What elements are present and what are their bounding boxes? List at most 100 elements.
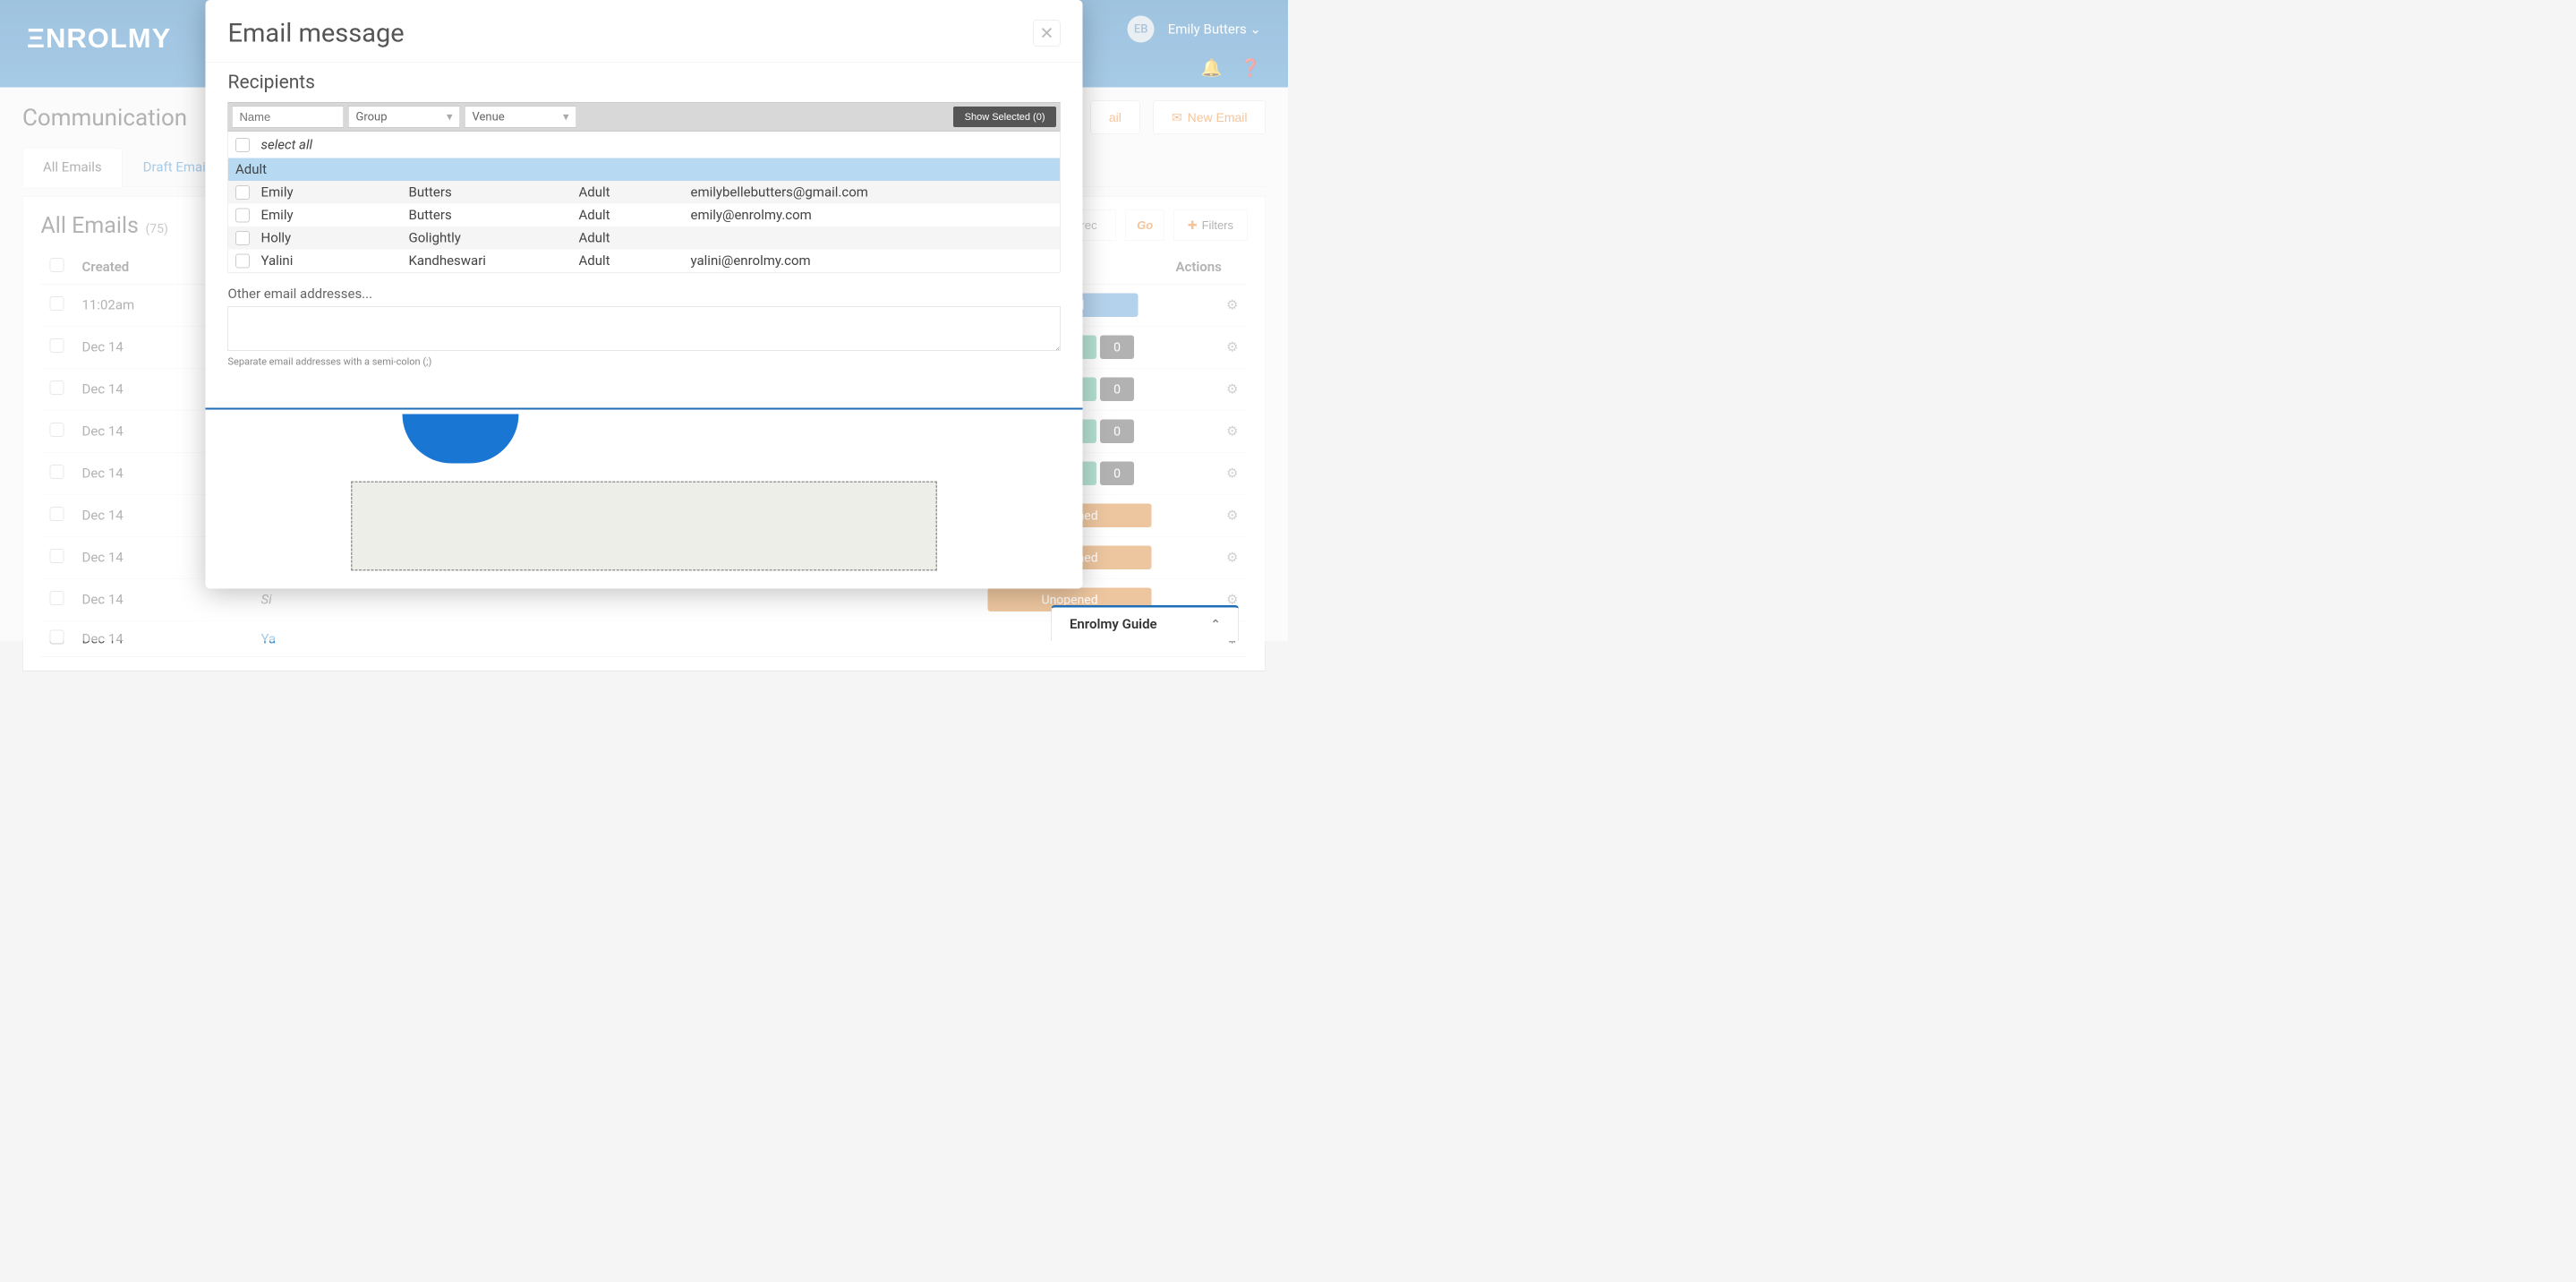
row-checkbox[interactable] [50,507,64,521]
recipient-email: yalini@enrolmy.com [691,253,1053,269]
bell-icon[interactable]: 🔔 [1201,58,1223,78]
recipient-group-header: Adult [228,158,1060,182]
select-all-checkbox[interactable] [235,138,250,152]
close-button[interactable]: ✕ [1034,20,1061,47]
gear-icon[interactable]: ⚙ [1226,466,1238,482]
guide-tab[interactable]: Enrolmy Guide ⌃ [1051,605,1239,641]
row-checkbox[interactable] [50,465,64,479]
recipient-role: Adult [579,208,691,224]
recipient-last-name: Golightly [409,230,579,246]
other-addresses-hint: Separate email addresses with a semi-col… [228,356,1061,368]
show-selected-button[interactable]: Show Selected (0) [953,107,1056,127]
recipient-row[interactable]: Yalini Kandheswari Adult yalini@enrolmy.… [228,250,1060,273]
chevron-up-icon: ⌃ [1211,618,1221,631]
help-icon[interactable]: ❓ [1240,58,1261,78]
header-icons: 🔔 ❓ [1201,58,1261,78]
envelope-icon: ✉ [1172,110,1182,125]
modal-body: Recipients Group ▾ Venue ▾ Show Selected… [206,63,1083,386]
user-name-dropdown[interactable]: Emily Butters ⌄ [1168,21,1261,38]
group-label: Group [356,110,388,124]
modal-header: Email message ✕ [206,0,1083,63]
section-title-text: All Emails [41,212,139,238]
gear-icon[interactable]: ⚙ [1226,381,1238,397]
guide-label: Enrolmy Guide [1070,617,1157,633]
other-addresses-label: Other email addresses... [228,286,1061,303]
count-badge: 0 [1100,336,1134,360]
email-modal: Email message ✕ Recipients Group ▾ Venue… [206,0,1083,589]
recipient-row[interactable]: Emily Butters Adult emily@enrolmy.com [228,204,1060,227]
count-badge: 0 [1100,378,1134,402]
filters-label: Filters [1202,218,1233,233]
image-fragment [403,415,519,464]
recipient-row[interactable]: Holly Golightly Adult [228,226,1060,250]
recipient-first-name: Emily [261,208,409,224]
recipient-email: emily@enrolmy.com [691,208,1053,224]
count-badge: 0 [1100,462,1134,486]
gear-icon[interactable]: ⚙ [1226,339,1238,355]
recipient-email: emilybellebutters@gmail.com [691,184,1053,201]
tab-all-emails[interactable]: All Emails [22,148,123,187]
row-checkbox[interactable] [50,423,64,437]
recipient-checkbox[interactable] [235,231,250,245]
select-all-row[interactable]: select all [228,132,1060,158]
col-checkbox [41,250,73,284]
gear-icon[interactable]: ⚙ [1226,423,1238,440]
content-placeholder[interactable] [351,482,937,571]
page-actions: ail ✉ New Email [1090,101,1266,135]
row-checkbox[interactable] [50,549,64,563]
venue-select[interactable]: Venue ▾ [465,107,576,128]
venue-label: Venue [473,110,505,124]
section-title: All Emails (75) [41,212,168,238]
close-icon: ✕ [1040,23,1054,44]
logo: ΞNROLMY [27,22,171,55]
recipient-checkbox[interactable] [235,185,250,200]
recipient-last-name: Butters [409,184,579,201]
go-button[interactable]: Go [1125,210,1164,242]
recipient-checkbox[interactable] [235,208,250,222]
filters-button[interactable]: ✚ Filters [1173,210,1247,242]
gear-icon[interactable]: ⚙ [1226,508,1238,524]
partial-email-button[interactable]: ail [1090,101,1139,135]
recipient-role: Adult [579,184,691,201]
cell-created: Dec 14 [73,620,252,657]
modal-title: Email message [228,18,405,48]
name-filter-input[interactable] [232,107,344,128]
recipient-filter-bar: Group ▾ Venue ▾ Show Selected (0) [228,102,1061,132]
recipient-first-name: Emily [261,184,409,201]
row-checkbox[interactable] [50,338,64,353]
new-email-label: New Email [1188,110,1248,124]
recipient-checkbox[interactable] [235,253,250,268]
chevron-down-icon: ▾ [563,110,569,124]
recipient-first-name: Holly [261,230,409,246]
row-checkbox[interactable] [50,630,64,645]
gear-icon[interactable]: ⚙ [1226,550,1238,566]
select-all-checkbox[interactable] [50,258,64,272]
cell-recipient[interactable]: Ya [252,620,979,657]
recipient-last-name: Butters [409,208,579,224]
count-badge: 0 [1100,420,1134,444]
group-select[interactable]: Group ▾ [348,107,460,128]
header-user-area: EB Emily Butters ⌄ [1128,16,1261,43]
col-actions: Actions [1167,250,1248,284]
avatar[interactable]: EB [1128,16,1155,43]
plus-icon: ✚ [1188,218,1198,233]
row-checkbox[interactable] [50,296,64,311]
other-addresses-input[interactable] [228,306,1061,351]
gear-icon[interactable]: ⚙ [1226,297,1238,313]
recipient-row[interactable]: Emily Butters Adult emilybellebutters@gm… [228,181,1060,204]
recipient-first-name: Yalini [261,253,409,269]
recipient-role: Adult [579,253,691,269]
chevron-down-icon: ▾ [447,110,453,124]
row-checkbox[interactable] [50,380,64,395]
section-count: (75) [145,221,167,236]
chevron-down-icon: ⌄ [1250,21,1261,38]
new-email-button[interactable]: ✉ New Email [1153,101,1266,135]
select-all-label: select all [261,137,313,153]
recipient-role: Adult [579,230,691,246]
recipient-last-name: Kandheswari [409,253,579,269]
page-title: Communication [22,104,187,132]
recipient-list: select all Adult Emily Butters Adult emi… [228,132,1061,273]
row-checkbox[interactable] [50,591,64,605]
editor-area [206,410,1083,589]
partial-label: ail [1109,110,1122,124]
